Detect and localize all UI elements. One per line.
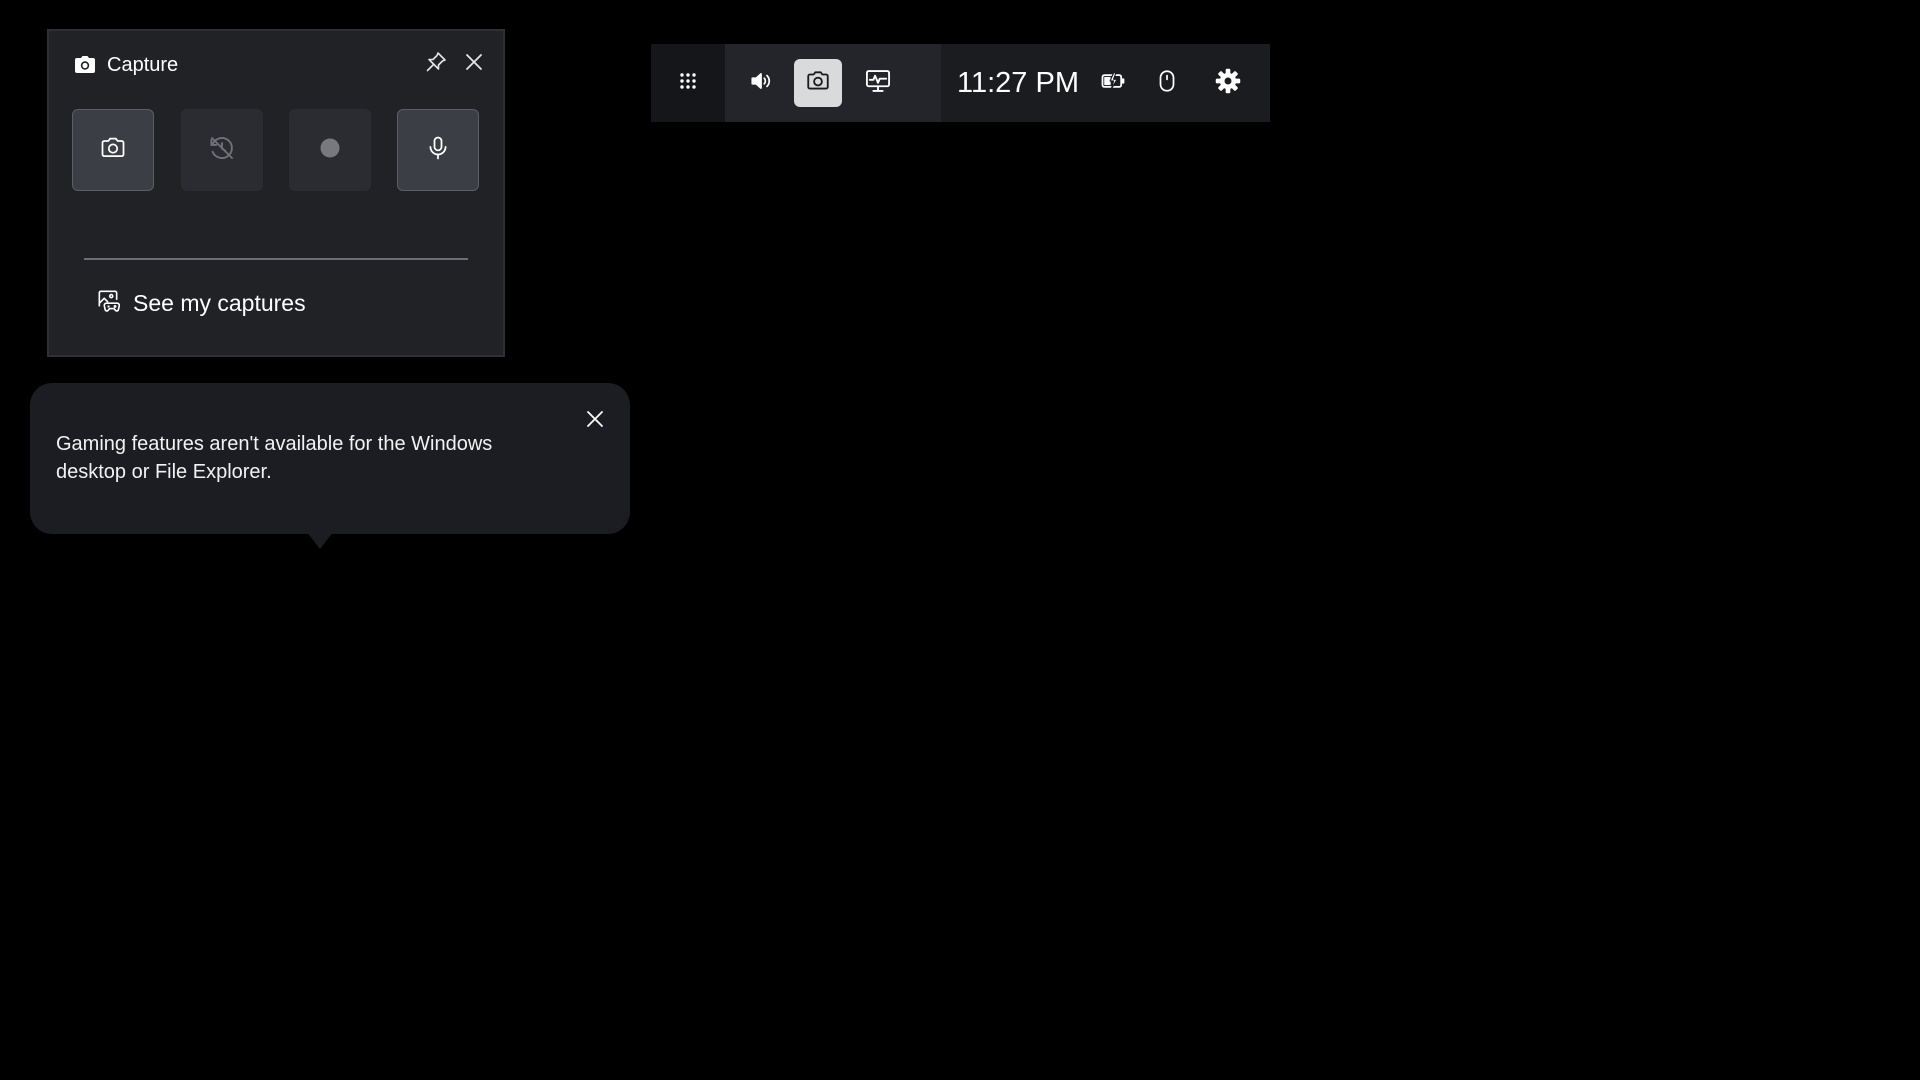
pin-icon bbox=[424, 50, 448, 79]
camera-icon bbox=[73, 53, 97, 77]
see-my-captures-link[interactable]: See my captures bbox=[95, 287, 306, 319]
capture-divider bbox=[84, 258, 468, 260]
pin-button[interactable] bbox=[421, 49, 451, 79]
battery-status bbox=[1089, 59, 1137, 107]
close-icon bbox=[585, 409, 605, 434]
microphone-icon bbox=[424, 134, 452, 167]
camera-icon bbox=[99, 134, 127, 167]
settings-button[interactable] bbox=[1204, 59, 1252, 107]
capture-widget-button[interactable] bbox=[794, 59, 842, 107]
see-my-captures-label: See my captures bbox=[133, 289, 306, 316]
speaker-icon bbox=[748, 68, 774, 99]
audio-widget-button[interactable] bbox=[737, 59, 785, 107]
clock: 11:27 PM bbox=[957, 67, 1079, 99]
battery-charging-icon bbox=[1099, 67, 1127, 100]
start-recording-button[interactable] bbox=[289, 109, 371, 191]
widget-menu-icon bbox=[678, 71, 698, 96]
mouse-status bbox=[1143, 59, 1191, 107]
record-dot-icon bbox=[319, 137, 341, 164]
game-bar: 11:27 PM bbox=[651, 44, 1270, 122]
gear-icon bbox=[1214, 67, 1242, 100]
widget-menu-button[interactable] bbox=[651, 44, 725, 122]
gaming-features-notification: Gaming features aren't available for the… bbox=[30, 383, 630, 534]
mouse-icon bbox=[1154, 68, 1180, 99]
capture-widget-title: Capture bbox=[107, 54, 179, 76]
record-last-30-seconds-button[interactable] bbox=[181, 109, 263, 191]
widget-buttons-group bbox=[725, 44, 941, 122]
close-icon bbox=[464, 52, 484, 77]
take-screenshot-button[interactable] bbox=[72, 109, 154, 191]
close-widget-button[interactable] bbox=[459, 49, 489, 79]
close-notification-button[interactable] bbox=[578, 404, 612, 438]
performance-widget-button[interactable] bbox=[854, 59, 902, 107]
history-off-icon bbox=[207, 133, 237, 168]
gallery-controller-icon bbox=[95, 288, 121, 319]
capture-widget: Capture See my captures bbox=[47, 29, 505, 357]
microphone-toggle-button[interactable] bbox=[397, 109, 479, 191]
camera-icon bbox=[805, 68, 831, 99]
performance-monitor-icon bbox=[864, 67, 892, 100]
notification-pointer bbox=[306, 531, 334, 549]
notification-message: Gaming features aren't available for the… bbox=[56, 433, 493, 483]
